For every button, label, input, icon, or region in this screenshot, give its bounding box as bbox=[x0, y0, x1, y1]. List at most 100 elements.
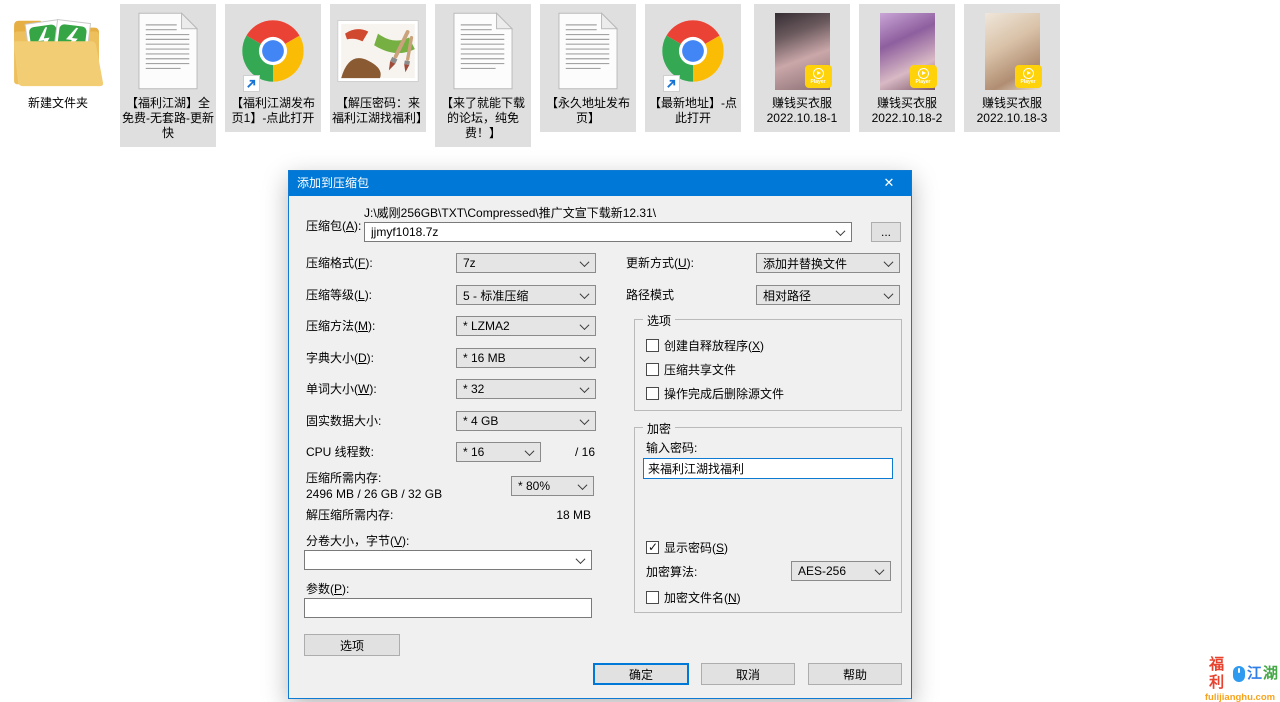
folder-7z-icon: 7z 7z bbox=[11, 8, 105, 94]
sfx-checkbox[interactable]: 创建自释放程序(X) bbox=[646, 337, 764, 354]
memory-percent-select[interactable]: * 80% bbox=[511, 476, 594, 496]
dictionary-select[interactable]: * 16 MB bbox=[456, 348, 596, 368]
show-password-checkbox[interactable]: 显示密码(S) bbox=[646, 539, 728, 556]
checkbox-box bbox=[646, 387, 659, 400]
cpu-threads-select[interactable]: * 16 bbox=[456, 442, 541, 462]
close-icon: ✕ bbox=[884, 175, 895, 190]
method-select[interactable]: * LZMA2 bbox=[456, 316, 596, 336]
encrypt-filenames-checkbox[interactable]: 加密文件名(N) bbox=[646, 589, 741, 606]
format-select[interactable]: 7z bbox=[456, 253, 596, 273]
help-button[interactable]: 帮助 bbox=[808, 663, 902, 685]
icon-label: 【最新地址】-点此打开 bbox=[647, 96, 739, 126]
video-thumbnail: Player bbox=[775, 13, 830, 90]
decompress-memory-value: 18 MB bbox=[529, 508, 591, 522]
delete-after-checkbox[interactable]: 操作完成后删除源文件 bbox=[646, 385, 784, 402]
path-mode-label: 路径模式 bbox=[626, 288, 674, 302]
desktop-icon-image[interactable]: 【解压密码：来福利江湖找福利】 bbox=[330, 4, 426, 132]
password-label: 输入密码: bbox=[646, 441, 697, 455]
checkbox-box bbox=[646, 363, 659, 376]
painting-image-icon bbox=[337, 8, 419, 94]
desktop-icon-video-2[interactable]: Player 赚钱买衣服2022.10.18-2 bbox=[859, 4, 955, 132]
chevron-down-icon bbox=[580, 320, 590, 330]
chrome-icon bbox=[661, 8, 725, 94]
update-mode-select[interactable]: 添加并替换文件 bbox=[756, 253, 900, 273]
options-group-title: 选项 bbox=[643, 312, 675, 329]
video-thumbnail: Player bbox=[880, 13, 935, 90]
archive-name-value: jjmyf1018.7z bbox=[371, 225, 438, 239]
text-document-icon bbox=[453, 8, 513, 94]
icon-label: 【解压密码：来福利江湖找福利】 bbox=[332, 96, 424, 126]
encryption-group: 加密 输入密码: 显示密码(S) 加密算法: AES-256 加密文件名(N) bbox=[634, 427, 902, 613]
word-size-select[interactable]: * 32 bbox=[456, 379, 596, 399]
chevron-down-icon bbox=[580, 415, 590, 425]
memory-usage-label: 压缩所需内存: bbox=[306, 471, 381, 485]
shortcut-arrow-icon bbox=[243, 75, 260, 92]
encryption-method-select[interactable]: AES-256 bbox=[791, 561, 891, 581]
volume-size-combobox[interactable] bbox=[304, 550, 592, 570]
cancel-button[interactable]: 取消 bbox=[701, 663, 795, 685]
desktop-icon-new-folder[interactable]: 7z 7z 新建文件夹 bbox=[6, 4, 110, 117]
icon-label: 赚钱买衣服2022.10.18-1 bbox=[756, 96, 848, 126]
cpu-threads-label: CPU 线程数: bbox=[306, 445, 374, 459]
parameters-input[interactable] bbox=[304, 598, 592, 618]
archive-name-combobox[interactable]: jjmyf1018.7z bbox=[364, 222, 852, 242]
checkbox-box bbox=[646, 591, 659, 604]
checkbox-box bbox=[646, 339, 659, 352]
desktop-icon-txt-1[interactable]: 【福利江湖】全免费-无套路-更新快 bbox=[120, 4, 216, 147]
browse-button[interactable]: ... bbox=[871, 222, 901, 242]
desktop-icon-txt-2[interactable]: 【来了就能下载的论坛，纯免费！】 bbox=[435, 4, 531, 147]
desktop-icon-video-1[interactable]: Player 赚钱买衣服2022.10.18-1 bbox=[754, 4, 850, 132]
volume-size-label: 分卷大小，字节(V): bbox=[306, 534, 409, 548]
checkbox-box bbox=[646, 541, 659, 554]
watermark-text-right-2: 湖 bbox=[1263, 665, 1278, 683]
site-watermark: 福利 江 湖 fulijianghu.com bbox=[1202, 656, 1278, 702]
solid-block-label: 固实数据大小: bbox=[306, 414, 381, 428]
ok-button[interactable]: 确定 bbox=[593, 663, 689, 685]
level-select[interactable]: 5 - 标准压缩 bbox=[456, 285, 596, 305]
update-mode-label: 更新方式(U): bbox=[626, 256, 694, 270]
desktop-icon-video-3[interactable]: Player 赚钱买衣服2022.10.18-3 bbox=[964, 4, 1060, 132]
shortcut-arrow-icon bbox=[663, 75, 680, 92]
mouse-icon bbox=[1233, 666, 1245, 682]
method-label: 压缩方法(M): bbox=[306, 319, 375, 333]
icon-label: 【来了就能下载的论坛，纯免费！】 bbox=[437, 96, 529, 141]
desktop-icon-chrome-1[interactable]: 【福利江湖发布页1】-点此打开 bbox=[225, 4, 321, 132]
decompress-memory-label: 解压缩所需内存: bbox=[306, 508, 393, 522]
chevron-down-icon bbox=[580, 289, 590, 299]
level-label: 压缩等级(L): bbox=[306, 288, 372, 302]
encryption-group-title: 加密 bbox=[643, 420, 675, 437]
player-badge-icon: Player bbox=[805, 65, 832, 88]
path-mode-select[interactable]: 相对路径 bbox=[756, 285, 900, 305]
chevron-down-icon bbox=[578, 480, 588, 490]
word-size-label: 单词大小(W): bbox=[306, 382, 377, 396]
icon-label: 赚钱买衣服2022.10.18-2 bbox=[861, 96, 953, 126]
desktop-icon-txt-3[interactable]: 【永久地址发布页】 bbox=[540, 4, 636, 132]
chrome-icon bbox=[241, 8, 305, 94]
chevron-down-icon bbox=[875, 565, 885, 575]
desktop-icon-chrome-2[interactable]: 【最新地址】-点此打开 bbox=[645, 4, 741, 132]
chevron-down-icon bbox=[580, 257, 590, 267]
dialog-title: 添加到压缩包 bbox=[297, 176, 369, 190]
icon-label: 【福利江湖发布页1】-点此打开 bbox=[227, 96, 319, 126]
icon-label: 赚钱买衣服2022.10.18-3 bbox=[966, 96, 1058, 126]
cpu-threads-max: / 16 bbox=[575, 445, 595, 459]
options-button[interactable]: 选项 bbox=[304, 634, 400, 656]
player-badge-icon: Player bbox=[910, 65, 937, 88]
watermark-text-right-1: 江 bbox=[1247, 665, 1262, 683]
chevron-down-icon bbox=[580, 352, 590, 362]
watermark-domain: fulijianghu.com bbox=[1202, 692, 1278, 702]
password-input[interactable] bbox=[643, 458, 893, 479]
chevron-down-icon bbox=[884, 289, 894, 299]
watermark-text-left: 福利 bbox=[1202, 656, 1231, 692]
dialog-titlebar[interactable]: 添加到压缩包 bbox=[289, 171, 911, 196]
chevron-down-icon bbox=[580, 383, 590, 393]
memory-usage-detail: 2496 MB / 26 GB / 32 GB bbox=[306, 487, 442, 501]
chevron-down-icon bbox=[525, 446, 535, 456]
shared-files-checkbox[interactable]: 压缩共享文件 bbox=[646, 361, 736, 378]
solid-block-select[interactable]: * 4 GB bbox=[456, 411, 596, 431]
icon-label: 新建文件夹 bbox=[28, 96, 88, 111]
encryption-method-label: 加密算法: bbox=[646, 565, 697, 579]
close-button[interactable]: ✕ bbox=[867, 171, 911, 196]
archive-label: 压缩包(A): bbox=[306, 219, 361, 233]
archive-path: J:\威刚256GB\TXT\Compressed\推广文宣下载新12.31\ bbox=[364, 206, 656, 220]
